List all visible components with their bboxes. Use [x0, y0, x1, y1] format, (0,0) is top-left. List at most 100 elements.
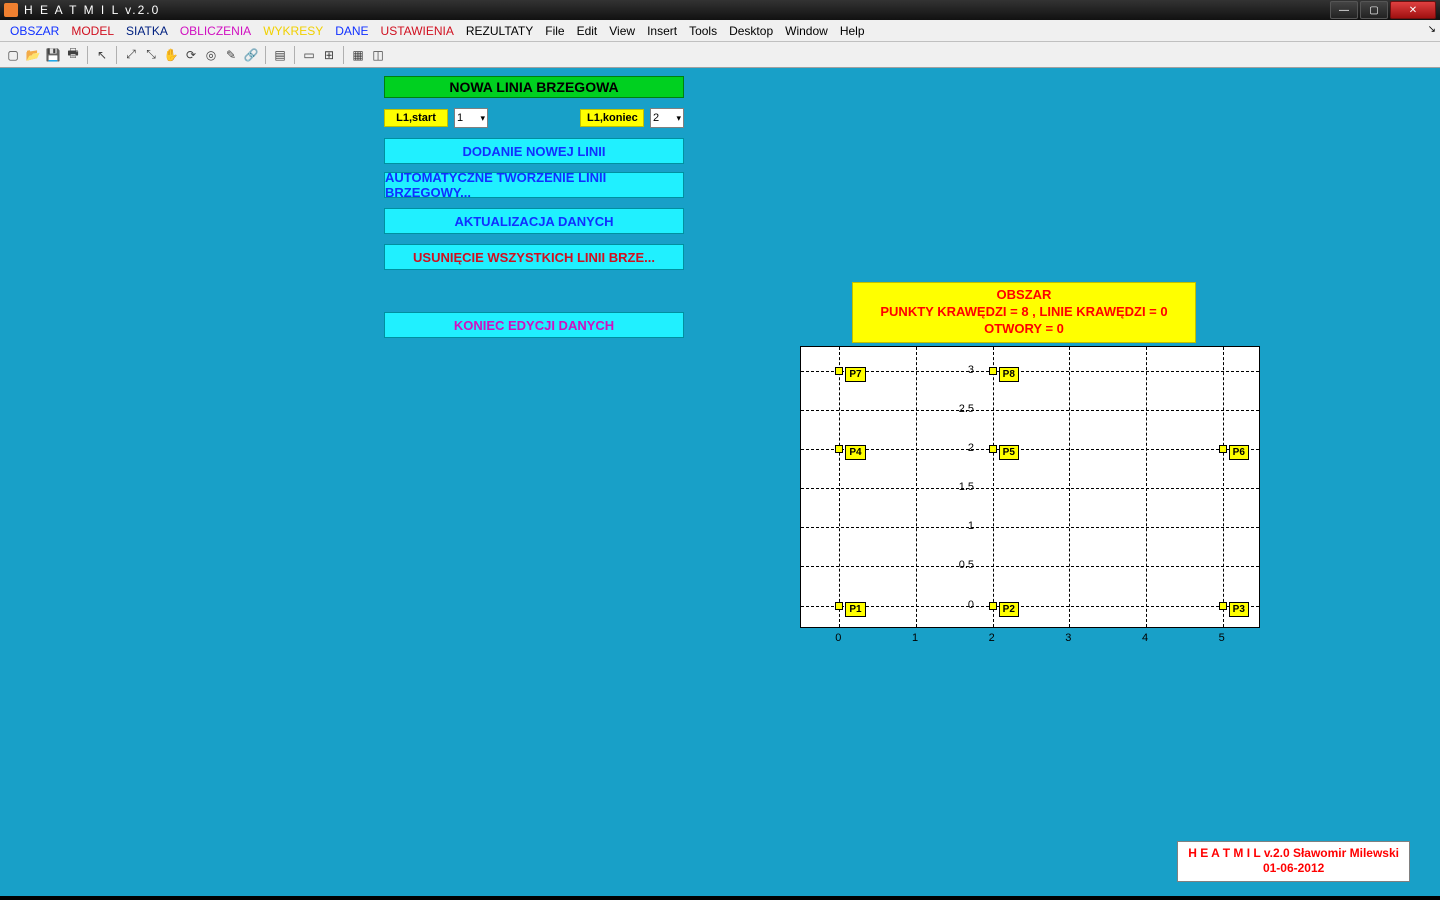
grid-hline — [801, 449, 1259, 450]
print-icon[interactable]: 🖶 — [64, 46, 82, 64]
pointer-icon[interactable]: ↖ — [93, 46, 111, 64]
grid-hline — [801, 371, 1259, 372]
grid-hline — [801, 527, 1259, 528]
open-icon[interactable]: 📂 — [24, 46, 42, 64]
point-marker-P4[interactable] — [835, 445, 843, 453]
window-title: H E A T M I L v.2.0 — [24, 3, 160, 17]
app-icon — [4, 3, 18, 17]
menu-window[interactable]: Window — [779, 24, 834, 38]
grid-hline — [801, 566, 1259, 567]
menu-insert[interactable]: Insert — [641, 24, 683, 38]
credit-line1: H E A T M I L v.2.0 Sławomir Milewski — [1188, 846, 1399, 862]
maximize-button[interactable]: ▢ — [1360, 1, 1388, 19]
chart-axes[interactable]: P1P2P3P4P5P6P7P8 — [800, 346, 1260, 628]
auto-lines-button[interactable]: AUTOMATYCZNE TWORZENIE LINII BRZEGOWY... — [384, 172, 684, 198]
point-marker-P7[interactable] — [835, 367, 843, 375]
grid-hline — [801, 488, 1259, 489]
point-label-P7: P7 — [845, 367, 865, 382]
y-tick: 1 — [934, 520, 974, 532]
y-tick: 2 — [934, 442, 974, 454]
minimize-button[interactable]: — — [1330, 1, 1358, 19]
point-marker-P1[interactable] — [835, 602, 843, 610]
x-tick: 5 — [1219, 632, 1225, 644]
menu-edit[interactable]: Edit — [571, 24, 604, 38]
point-marker-P2[interactable] — [989, 602, 997, 610]
axes-icon[interactable]: ⊞ — [320, 46, 338, 64]
point-marker-P5[interactable] — [989, 445, 997, 453]
point-label-P4: P4 — [845, 445, 865, 460]
zoom-out-icon[interactable]: ⤡ — [142, 46, 160, 64]
y-tick: 3 — [934, 364, 974, 376]
grid-hline — [801, 606, 1259, 607]
window-titlebar: H E A T M I L v.2.0 — ▢ ✕ — [0, 0, 1440, 20]
y-tick: 0 — [934, 599, 974, 611]
y-tick: 1.5 — [934, 481, 974, 493]
point-label-P3: P3 — [1229, 602, 1249, 617]
line-endpoints-row: L1,start 1 L1,koniec 2 — [384, 106, 684, 130]
grid-vline — [1146, 347, 1147, 627]
l1-end-value: 2 — [653, 112, 659, 124]
zoom-in-icon[interactable]: ⤢ — [122, 46, 140, 64]
x-tick: 2 — [989, 632, 995, 644]
colorbar-icon[interactable]: ▤ — [271, 46, 289, 64]
snap-icon[interactable]: ◫ — [369, 46, 387, 64]
menu-siatka[interactable]: SIATKA — [120, 24, 174, 38]
point-label-P8: P8 — [999, 367, 1019, 382]
toolbar: ▢📂💾🖶 ↖ ⤢⤡✋⟳◎✎🔗 ▤ ▭⊞ ▦◫ — [0, 42, 1440, 68]
menu-obszar[interactable]: OBSZAR — [4, 24, 65, 38]
add-line-button[interactable]: DODANIE NOWEJ LINII — [384, 138, 684, 164]
menu-ustawienia[interactable]: USTAWIENIA — [375, 24, 460, 38]
menu-file[interactable]: File — [539, 24, 570, 38]
grid-vline — [993, 347, 994, 627]
update-data-button[interactable]: AKTUALIZACJA DANYCH — [384, 208, 684, 234]
work-area: NOWA LINIA BRZEGOWA L1,start 1 L1,koniec… — [0, 68, 1440, 900]
menu-wykresy[interactable]: WYKRESY — [257, 24, 329, 38]
toolbar-separator — [87, 46, 88, 64]
point-marker-P6[interactable] — [1219, 445, 1227, 453]
point-label-P1: P1 — [845, 602, 865, 617]
menu-dane[interactable]: DANE — [329, 24, 374, 38]
chart-title: OBSZAR PUNKTY KRAWĘDZI = 8 , LINIE KRAWĘ… — [852, 282, 1196, 343]
x-tick: 3 — [1065, 632, 1071, 644]
grid-vline — [1069, 347, 1070, 627]
y-tick: 2.5 — [934, 403, 974, 415]
panel-banner: NOWA LINIA BRZEGOWA — [384, 76, 684, 98]
grid-icon[interactable]: ▦ — [349, 46, 367, 64]
brush-icon[interactable]: ✎ — [222, 46, 240, 64]
legend-icon[interactable]: ▭ — [300, 46, 318, 64]
point-marker-P8[interactable] — [989, 367, 997, 375]
x-tick: 1 — [912, 632, 918, 644]
menu-help[interactable]: Help — [834, 24, 871, 38]
menu-view[interactable]: View — [603, 24, 641, 38]
pan-icon[interactable]: ✋ — [162, 46, 180, 64]
link-icon[interactable]: 🔗 — [242, 46, 260, 64]
l1-start-value: 1 — [457, 112, 463, 124]
l1-start-dropdown[interactable]: 1 — [454, 108, 488, 128]
grid-vline — [839, 347, 840, 627]
menu-tools[interactable]: Tools — [683, 24, 723, 38]
save-icon[interactable]: 💾 — [44, 46, 62, 64]
menu-rezultaty[interactable]: REZULTATY — [460, 24, 539, 38]
data-cursor-icon[interactable]: ◎ — [202, 46, 220, 64]
close-button[interactable]: ✕ — [1390, 1, 1436, 19]
toolbar-separator — [116, 46, 117, 64]
rotate-icon[interactable]: ⟳ — [182, 46, 200, 64]
point-marker-P3[interactable] — [1219, 602, 1227, 610]
delete-lines-button[interactable]: USUNIĘCIE WSZYSTKICH LINII BRZE... — [384, 244, 684, 270]
menu-model[interactable]: MODEL — [65, 24, 120, 38]
new-doc-icon[interactable]: ▢ — [4, 46, 22, 64]
end-edit-button[interactable]: KONIEC EDYCJI DANYCH — [384, 312, 684, 338]
point-label-P5: P5 — [999, 445, 1019, 460]
grid-hline — [801, 410, 1259, 411]
menu-overflow-icon[interactable]: ↘ — [1428, 24, 1436, 35]
toolbar-separator — [294, 46, 295, 64]
menu-desktop[interactable]: Desktop — [723, 24, 779, 38]
l1-end-dropdown[interactable]: 2 — [650, 108, 684, 128]
menu-obliczenia[interactable]: OBLICZENIA — [174, 24, 257, 38]
credit-line2: 01-06-2012 — [1188, 861, 1399, 877]
point-label-P2: P2 — [999, 602, 1019, 617]
menu-bar: OBSZARMODELSIATKAOBLICZENIAWYKRESYDANEUS… — [0, 20, 1440, 42]
grid-vline — [1223, 347, 1224, 627]
credit-box: H E A T M I L v.2.0 Sławomir Milewski 01… — [1177, 841, 1410, 882]
x-tick: 4 — [1142, 632, 1148, 644]
